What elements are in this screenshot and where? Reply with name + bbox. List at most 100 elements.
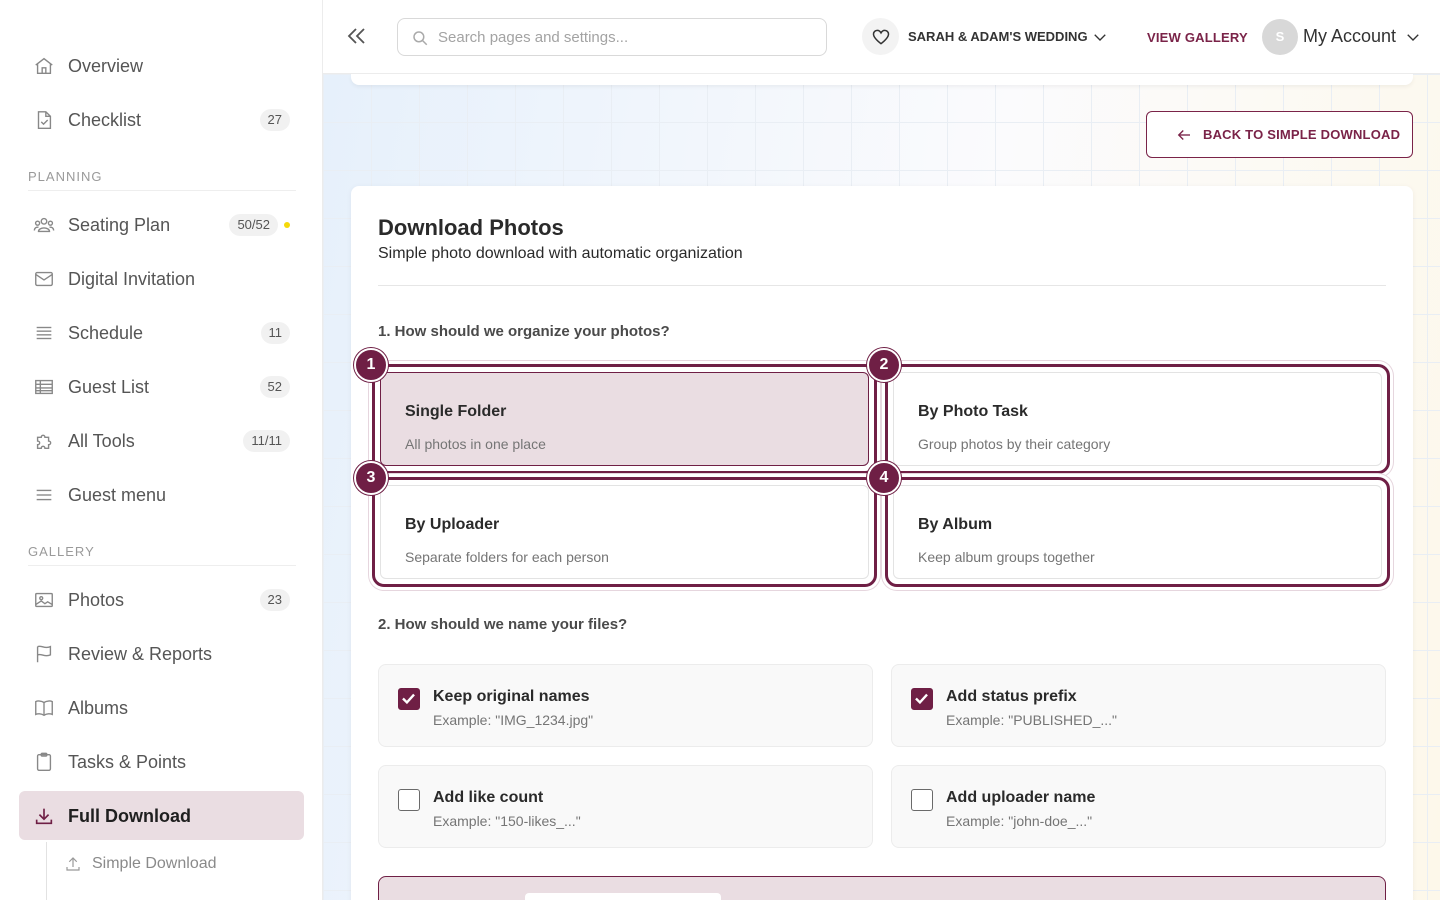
option-single-folder[interactable]: Single Folder All photos in one place xyxy=(372,364,877,474)
option-title: By Album xyxy=(918,516,993,533)
chevron-down-icon[interactable] xyxy=(1091,28,1109,46)
option-by-album[interactable]: By Album Keep album groups together xyxy=(885,477,1390,587)
sidebar-item-label: Review & Reports xyxy=(68,644,213,664)
count-badge: 27 xyxy=(259,109,290,131)
option-number-badge: 1 xyxy=(354,348,388,382)
sidebar-item-full-download[interactable]: Full Download xyxy=(19,791,304,840)
checkbox-checked[interactable] xyxy=(911,688,933,710)
checkbox-unchecked[interactable] xyxy=(911,789,933,811)
question-organize: 1. How should we organize your photos? xyxy=(378,323,670,340)
puzzle-icon xyxy=(36,434,52,450)
sidebar-item-albums[interactable]: Albums xyxy=(19,683,304,732)
preview-field xyxy=(525,893,721,900)
search-icon xyxy=(413,31,428,46)
option-description: Group photos by their category xyxy=(918,436,1111,452)
home-icon xyxy=(35,57,53,75)
option-title: By Photo Task xyxy=(918,403,1028,420)
status-dot xyxy=(284,222,290,228)
checkbox-unchecked[interactable] xyxy=(398,789,420,811)
sidebar-item-schedule[interactable]: Schedule 11 xyxy=(19,308,304,357)
naming-option-example: Example: "150-likes_..." xyxy=(433,813,581,829)
sidebar-item-label: Schedule xyxy=(68,323,144,343)
avatar[interactable]: S xyxy=(1262,19,1298,55)
section-divider xyxy=(28,565,296,566)
list-icon xyxy=(36,326,52,340)
option-description: All photos in one place xyxy=(405,436,546,452)
chevron-down-icon[interactable] xyxy=(1404,28,1422,46)
arrow-left-icon xyxy=(1177,129,1190,140)
sidebar-item-tasks-points[interactable]: Tasks & Points xyxy=(19,737,304,786)
sidebar-item-seating-plan[interactable]: Seating Plan 50/52 xyxy=(19,200,304,249)
naming-option-title: Add uploader name xyxy=(946,789,1096,806)
flag-icon xyxy=(36,645,52,663)
heart-icon xyxy=(872,29,889,45)
sidebar-subitem-simple-download[interactable]: Simple Download xyxy=(64,855,217,873)
sidebar-item-label: Overview xyxy=(68,56,144,76)
sidebar-item-label: Photos xyxy=(68,590,125,610)
option-number-badge: 3 xyxy=(354,461,388,495)
top-header: SARAH & ADAM'S WEDDING VIEW GALLERY S My… xyxy=(323,0,1440,74)
sidebar-item-label: Guest List xyxy=(68,377,150,397)
people-icon xyxy=(33,217,55,233)
option-number-badge: 4 xyxy=(867,461,901,495)
view-gallery-link[interactable]: VIEW GALLERY xyxy=(1147,30,1248,45)
option-title: Single Folder xyxy=(405,403,507,420)
back-to-simple-download-button[interactable]: BACK TO SIMPLE DOWNLOAD xyxy=(1146,111,1413,158)
submenu-rail xyxy=(46,842,47,900)
mail-icon xyxy=(35,271,53,287)
account-menu-label[interactable]: My Account xyxy=(1303,26,1396,47)
sidebar-item-guest-list[interactable]: Guest List 52 xyxy=(19,362,304,411)
naming-option-like-count[interactable]: Add like count Example: "150-likes_..." xyxy=(378,765,873,848)
event-heart-button[interactable] xyxy=(862,18,899,55)
sidebar-item-label: Full Download xyxy=(68,806,191,826)
count-badge: 50/52 xyxy=(229,214,278,236)
naming-option-title: Keep original names xyxy=(433,688,590,705)
naming-option-example: Example: "john-doe_..." xyxy=(946,813,1093,829)
divider xyxy=(378,285,1386,286)
sidebar-item-digital-invitation[interactable]: Digital Invitation xyxy=(19,254,304,303)
count-badge: 11 xyxy=(260,322,290,344)
sidebar-item-label: Tasks & Points xyxy=(68,752,187,772)
sidebar-item-photos[interactable]: Photos 23 xyxy=(19,575,304,624)
count-badge: 11/11 xyxy=(243,430,290,452)
count-badge: 52 xyxy=(259,376,290,398)
sidebar-item-label: All Tools xyxy=(68,431,135,451)
event-selector-label[interactable]: SARAH & ADAM'S WEDDING xyxy=(908,29,1088,44)
option-description: Keep album groups together xyxy=(918,549,1095,565)
search-input[interactable] xyxy=(438,19,818,55)
upload-icon xyxy=(66,857,80,871)
clipboard-icon xyxy=(36,752,52,771)
naming-option-keep-original[interactable]: Keep original names Example: "IMG_1234.j… xyxy=(378,664,873,747)
menu-icon xyxy=(36,489,52,501)
option-description: Separate folders for each person xyxy=(405,549,609,565)
section-title-gallery: GALLERY xyxy=(28,544,95,559)
option-by-uploader[interactable]: By Uploader Separate folders for each pe… xyxy=(372,477,877,587)
sidebar-item-label: Guest menu xyxy=(68,485,167,505)
naming-option-status-prefix[interactable]: Add status prefix Example: "PUBLISHED_..… xyxy=(891,664,1386,747)
naming-option-title: Add like count xyxy=(433,789,544,806)
sidebar-item-review-reports[interactable]: Review & Reports xyxy=(19,629,304,678)
option-by-photo-task[interactable]: By Photo Task Group photos by their cate… xyxy=(885,364,1390,474)
check-icon xyxy=(402,693,415,705)
sidebar-item-checklist[interactable]: Checklist 27 xyxy=(19,95,304,144)
sidebar-item-guest-menu[interactable]: Guest menu xyxy=(19,470,304,519)
sidebar-item-label: Digital Invitation xyxy=(68,269,196,289)
table-icon xyxy=(35,379,53,395)
naming-option-example: Example: "IMG_1234.jpg" xyxy=(433,712,594,728)
back-button-label: BACK TO SIMPLE DOWNLOAD xyxy=(1203,127,1401,142)
collapse-sidebar-icon[interactable] xyxy=(345,24,369,48)
naming-option-uploader-name[interactable]: Add uploader name Example: "john-doe_...… xyxy=(891,765,1386,848)
sidebar-item-all-tools[interactable]: All Tools 11/11 xyxy=(19,416,304,465)
option-title: By Uploader xyxy=(405,516,500,533)
section-title-planning: PLANNING xyxy=(28,169,103,184)
naming-option-title: Add status prefix xyxy=(946,688,1077,705)
section-divider xyxy=(28,190,296,191)
check-icon xyxy=(915,693,928,705)
card-edge xyxy=(351,74,1413,85)
checkbox-checked[interactable] xyxy=(398,688,420,710)
option-number-badge: 2 xyxy=(867,348,901,382)
sidebar-item-overview[interactable]: Overview xyxy=(19,41,304,90)
image-icon xyxy=(35,592,53,608)
search-box[interactable] xyxy=(397,18,827,56)
page-title: Download Photos xyxy=(378,215,564,240)
